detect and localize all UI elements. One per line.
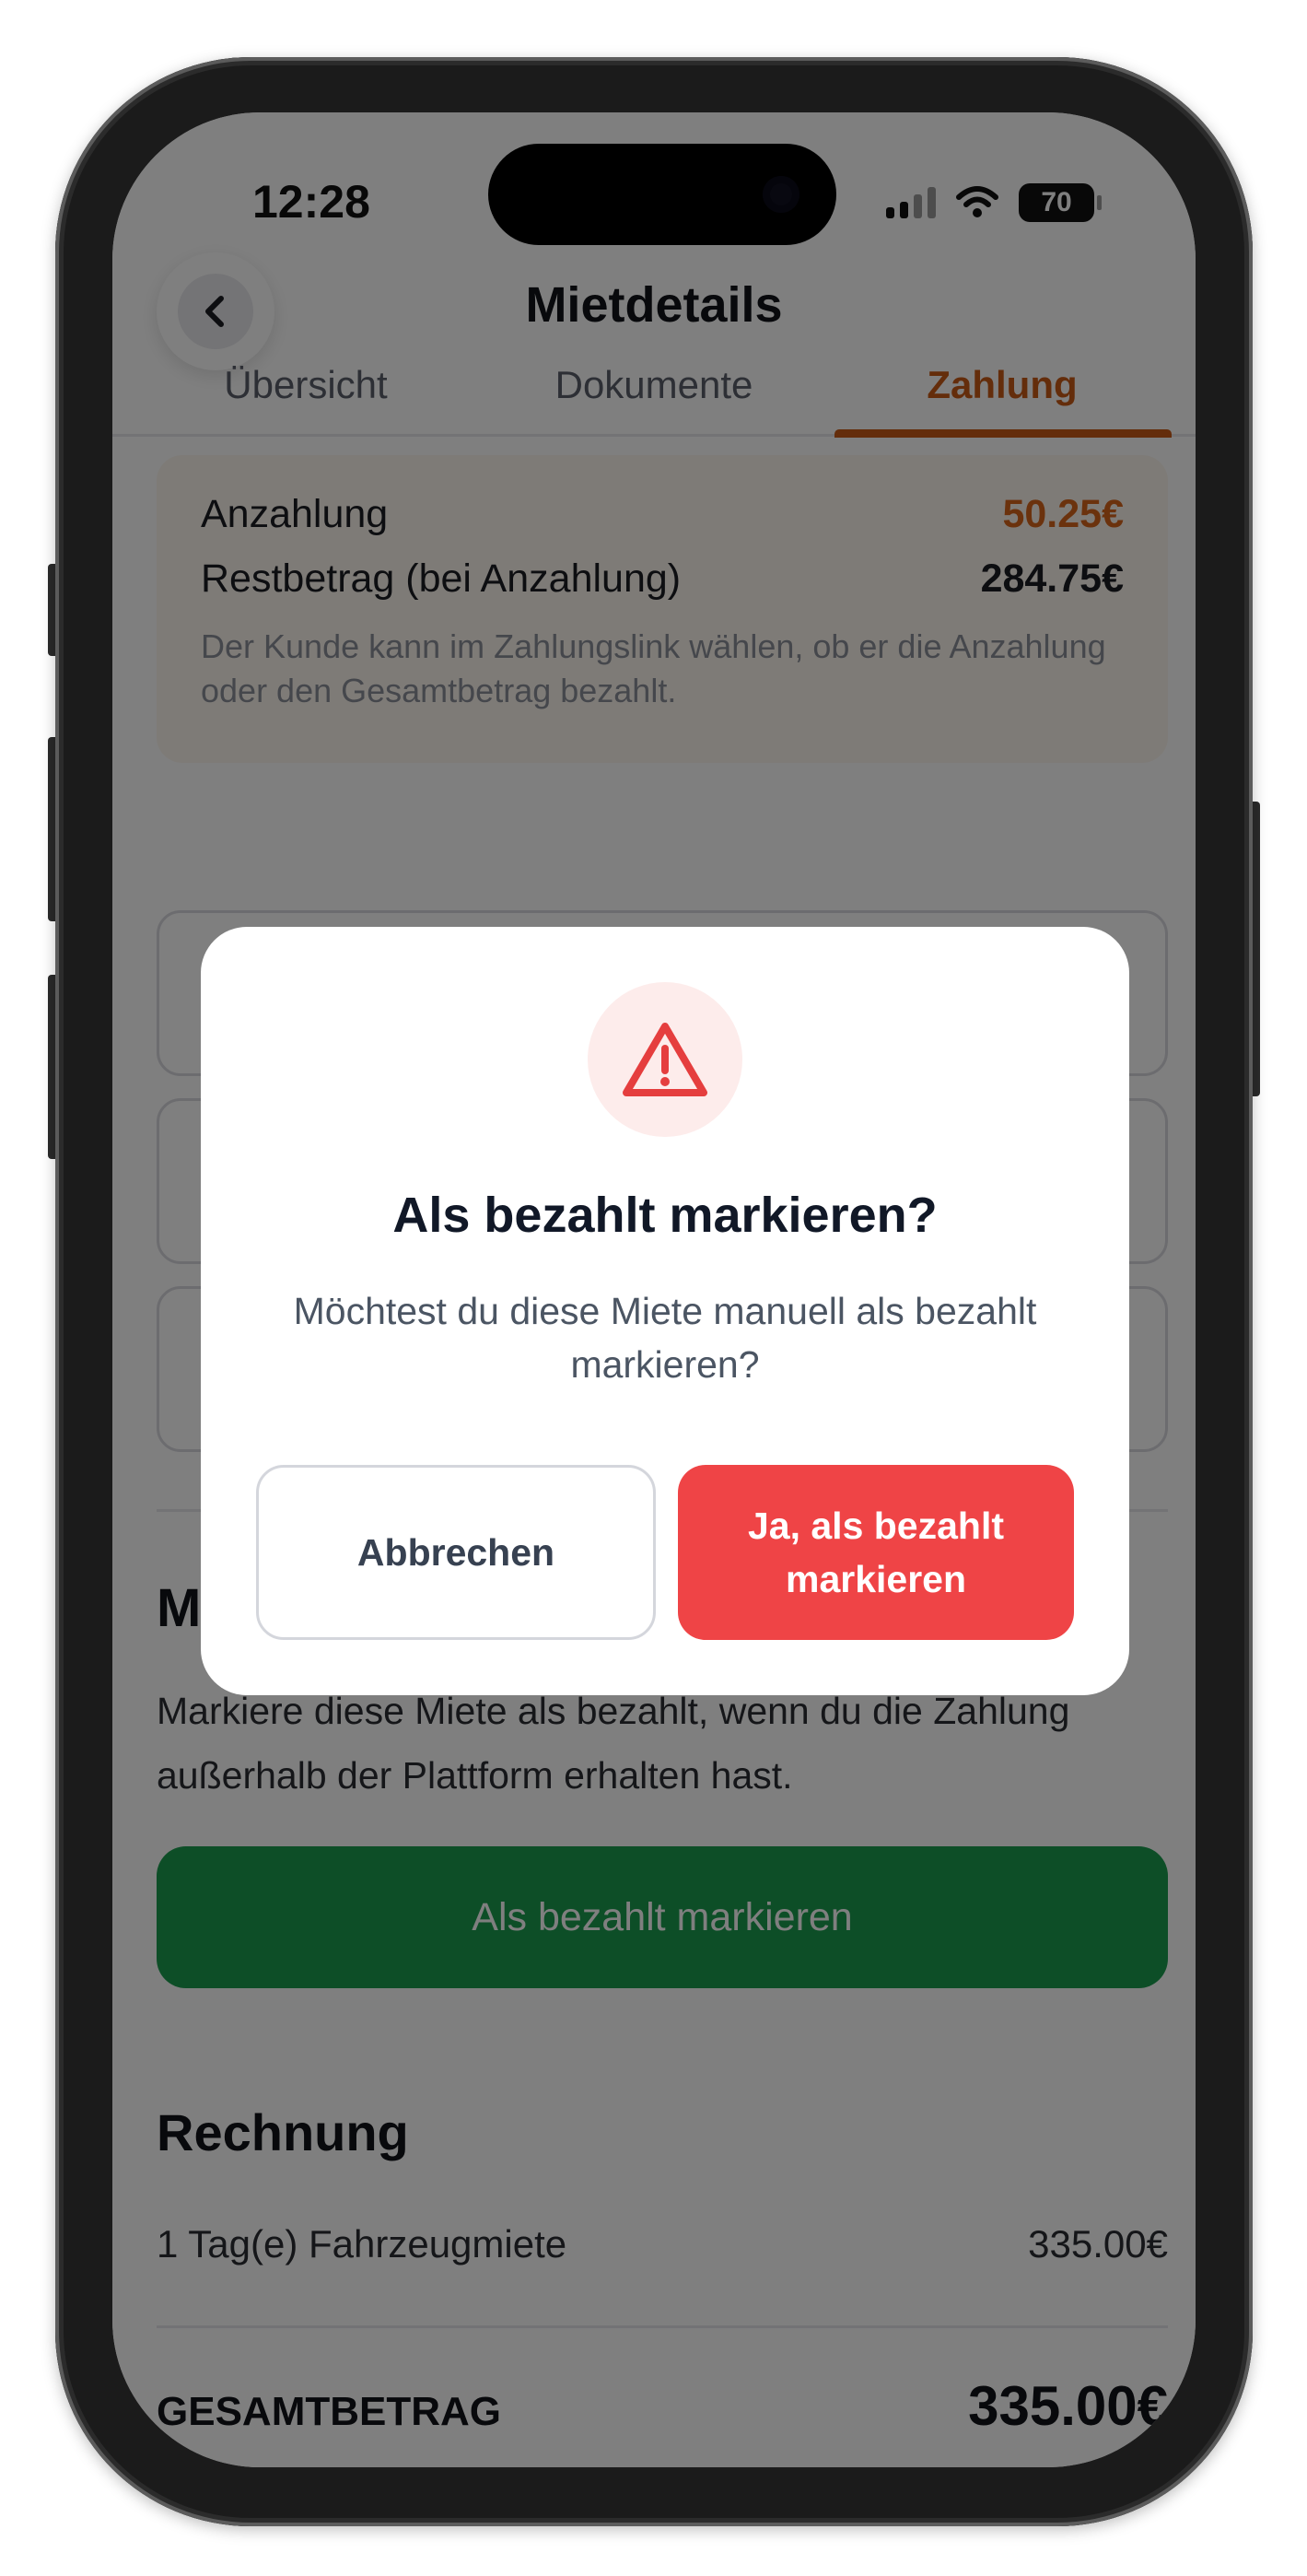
warning-badge <box>588 982 742 1137</box>
cancel-button[interactable]: Abbrechen <box>256 1465 656 1640</box>
app-screen: 12:28 70 Mietdetails Übersicht Dokumente… <box>112 112 1196 2467</box>
confirm-mark-paid-button[interactable]: Ja, als bezahlt markieren <box>678 1465 1074 1640</box>
dialog-message: Möchtest du diese Miete manuell als beza… <box>293 1290 1037 1386</box>
confirm-dialog: Als bezahlt markieren? Möchtest du diese… <box>201 927 1129 1695</box>
dialog-title: Als bezahlt markieren? <box>392 1188 938 1243</box>
warning-icon <box>623 1023 707 1096</box>
